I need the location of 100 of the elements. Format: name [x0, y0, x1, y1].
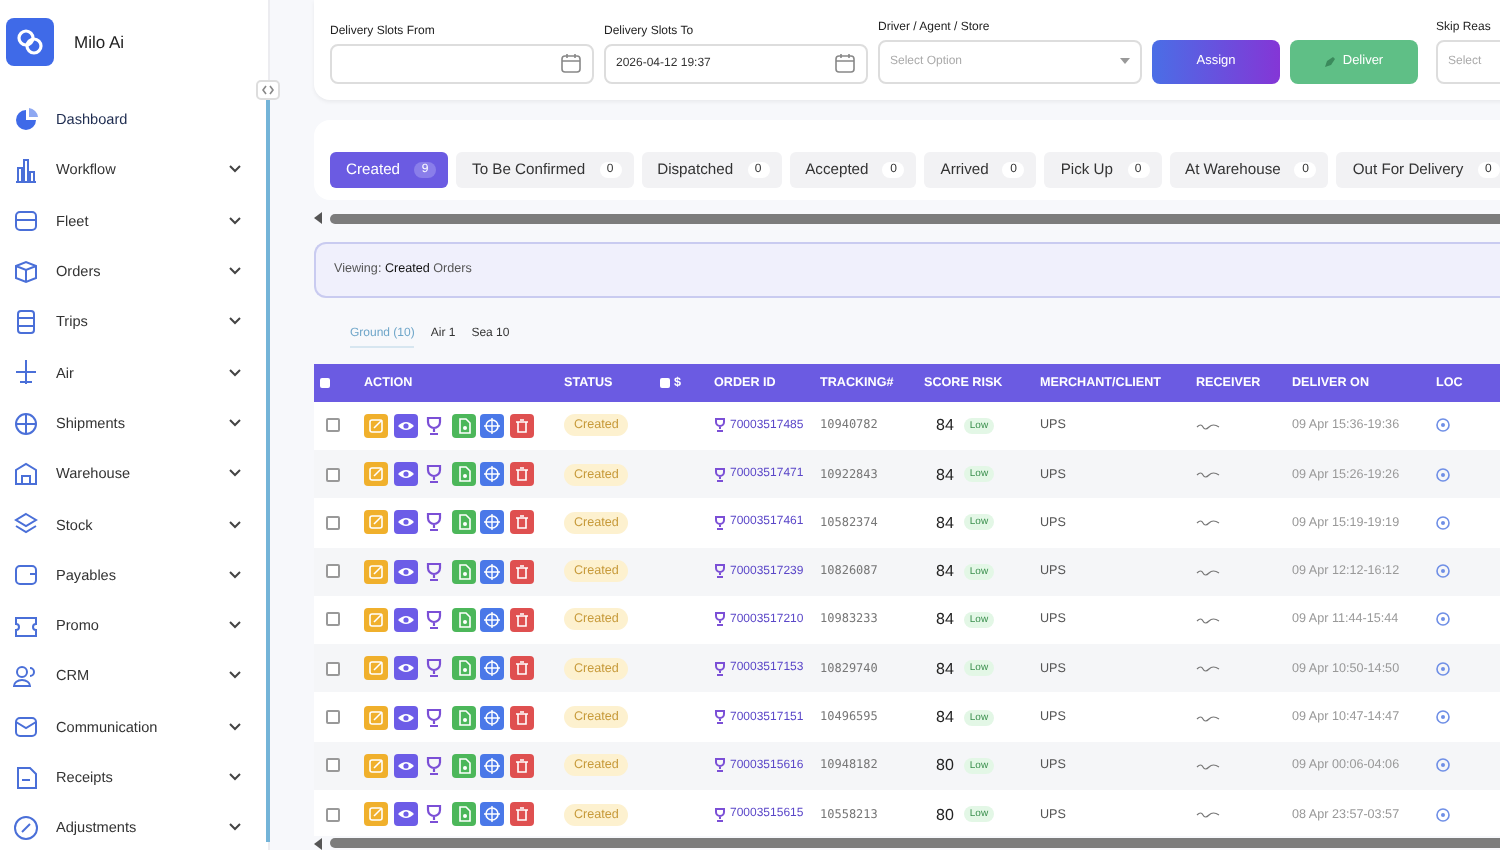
row-checkbox[interactable] — [326, 710, 340, 725]
target-button[interactable] — [480, 559, 504, 584]
signature-scribble-icon — [1196, 713, 1220, 722]
trophy-icon — [424, 658, 444, 679]
calendar-icon — [834, 52, 856, 75]
delete-button[interactable] — [509, 462, 533, 487]
horizontal-scrollbar[interactable] — [314, 211, 1500, 226]
view-button[interactable] — [393, 462, 417, 487]
row-checkbox[interactable] — [326, 661, 340, 676]
location-icon[interactable] — [1436, 515, 1450, 530]
risk-score: 84 — [936, 610, 954, 629]
app-name: Milo Ai — [74, 32, 125, 52]
chevron-down-icon — [228, 266, 242, 277]
trophy-icon — [714, 467, 726, 482]
row-checkbox[interactable] — [326, 807, 340, 822]
target-button[interactable] — [480, 705, 504, 730]
delete-button[interactable] — [509, 510, 533, 535]
target-button[interactable] — [480, 510, 504, 535]
trophy-button[interactable] — [422, 607, 446, 632]
delete-icon — [511, 755, 531, 776]
trophy-icon — [424, 755, 444, 776]
scrollbar-thumb[interactable] — [330, 838, 1500, 849]
chevron-down-icon — [228, 822, 242, 833]
chevron-down-icon — [228, 569, 242, 580]
edit-icon — [366, 415, 386, 436]
delete-button[interactable] — [509, 559, 533, 584]
wallet-icon — [12, 560, 40, 589]
delete-button[interactable] — [509, 753, 533, 778]
location-icon[interactable] — [1436, 710, 1450, 725]
chevron-down-icon — [228, 519, 242, 530]
logo-icon — [6, 18, 54, 66]
trophy-icon — [424, 512, 444, 533]
signature-scribble-icon — [1196, 567, 1220, 576]
select-all-checkbox[interactable] — [320, 377, 330, 388]
date-field[interactable] — [330, 43, 594, 84]
trophy-button[interactable] — [422, 559, 446, 584]
delete-button[interactable] — [509, 802, 533, 827]
trophy-button[interactable] — [422, 462, 446, 487]
location-icon[interactable] — [1436, 418, 1450, 433]
delete-button[interactable] — [509, 607, 533, 632]
view-button[interactable] — [393, 656, 417, 681]
view-button[interactable] — [393, 559, 417, 584]
chevron-down-icon — [228, 215, 242, 226]
trophy-icon — [424, 415, 444, 436]
risk-score: 84 — [936, 416, 954, 435]
trophy-icon — [424, 464, 444, 485]
chevron-down-icon — [228, 164, 242, 175]
location-icon[interactable] — [1436, 758, 1450, 773]
view-button[interactable] — [393, 753, 417, 778]
view-button[interactable] — [393, 607, 417, 632]
horizontal-scrollbar[interactable] — [314, 836, 1500, 850]
row-checkbox[interactable] — [326, 564, 340, 579]
trophy-icon — [714, 612, 726, 627]
location-icon[interactable] — [1436, 564, 1450, 579]
view-button[interactable] — [393, 413, 417, 438]
view-button[interactable] — [393, 705, 417, 730]
signature-scribble-icon — [1196, 470, 1220, 479]
location-icon[interactable] — [1436, 807, 1450, 822]
row-checkbox[interactable] — [326, 467, 340, 482]
row-checkbox[interactable] — [326, 758, 340, 773]
target-button[interactable] — [480, 607, 504, 632]
scrollbar-thumb[interactable] — [330, 213, 1500, 224]
target-button[interactable] — [480, 656, 504, 681]
trophy-button[interactable] — [422, 656, 446, 681]
trophy-icon — [424, 707, 444, 728]
location-icon[interactable] — [1436, 467, 1450, 482]
target-button[interactable] — [480, 802, 504, 827]
delete-button[interactable] — [509, 656, 533, 681]
column-checkbox[interactable] — [660, 377, 670, 388]
row-checkbox[interactable] — [326, 515, 340, 530]
trophy-button[interactable] — [422, 705, 446, 730]
target-button[interactable] — [480, 462, 504, 487]
ticket-icon — [12, 611, 40, 640]
view-button[interactable] — [393, 802, 417, 827]
bar-chart-icon — [12, 155, 40, 184]
row-checkbox[interactable] — [326, 612, 340, 627]
collapse-toggle-icon[interactable] — [256, 80, 280, 100]
location-icon[interactable] — [1436, 661, 1450, 676]
trophy-icon — [424, 804, 444, 825]
trophy-button[interactable] — [422, 802, 446, 827]
chevron-down-icon — [228, 367, 242, 378]
trophy-button[interactable] — [422, 753, 446, 778]
delete-button[interactable] — [509, 705, 533, 730]
delete-icon — [511, 415, 531, 436]
location-icon[interactable] — [1436, 612, 1450, 627]
signature-scribble-icon — [1196, 664, 1220, 673]
trophy-icon — [714, 418, 726, 433]
target-icon — [482, 755, 502, 776]
trophy-button[interactable] — [422, 413, 446, 438]
delete-icon — [511, 464, 531, 485]
target-icon — [482, 609, 502, 630]
globe-icon — [12, 408, 40, 437]
target-button[interactable] — [480, 753, 504, 778]
target-button[interactable] — [480, 413, 504, 438]
row-checkbox[interactable] — [326, 418, 340, 433]
delete-button[interactable] — [509, 413, 533, 438]
chevron-down-icon — [228, 417, 242, 428]
trophy-icon — [424, 561, 444, 582]
view-button[interactable] — [393, 510, 417, 535]
trophy-button[interactable] — [422, 510, 446, 535]
